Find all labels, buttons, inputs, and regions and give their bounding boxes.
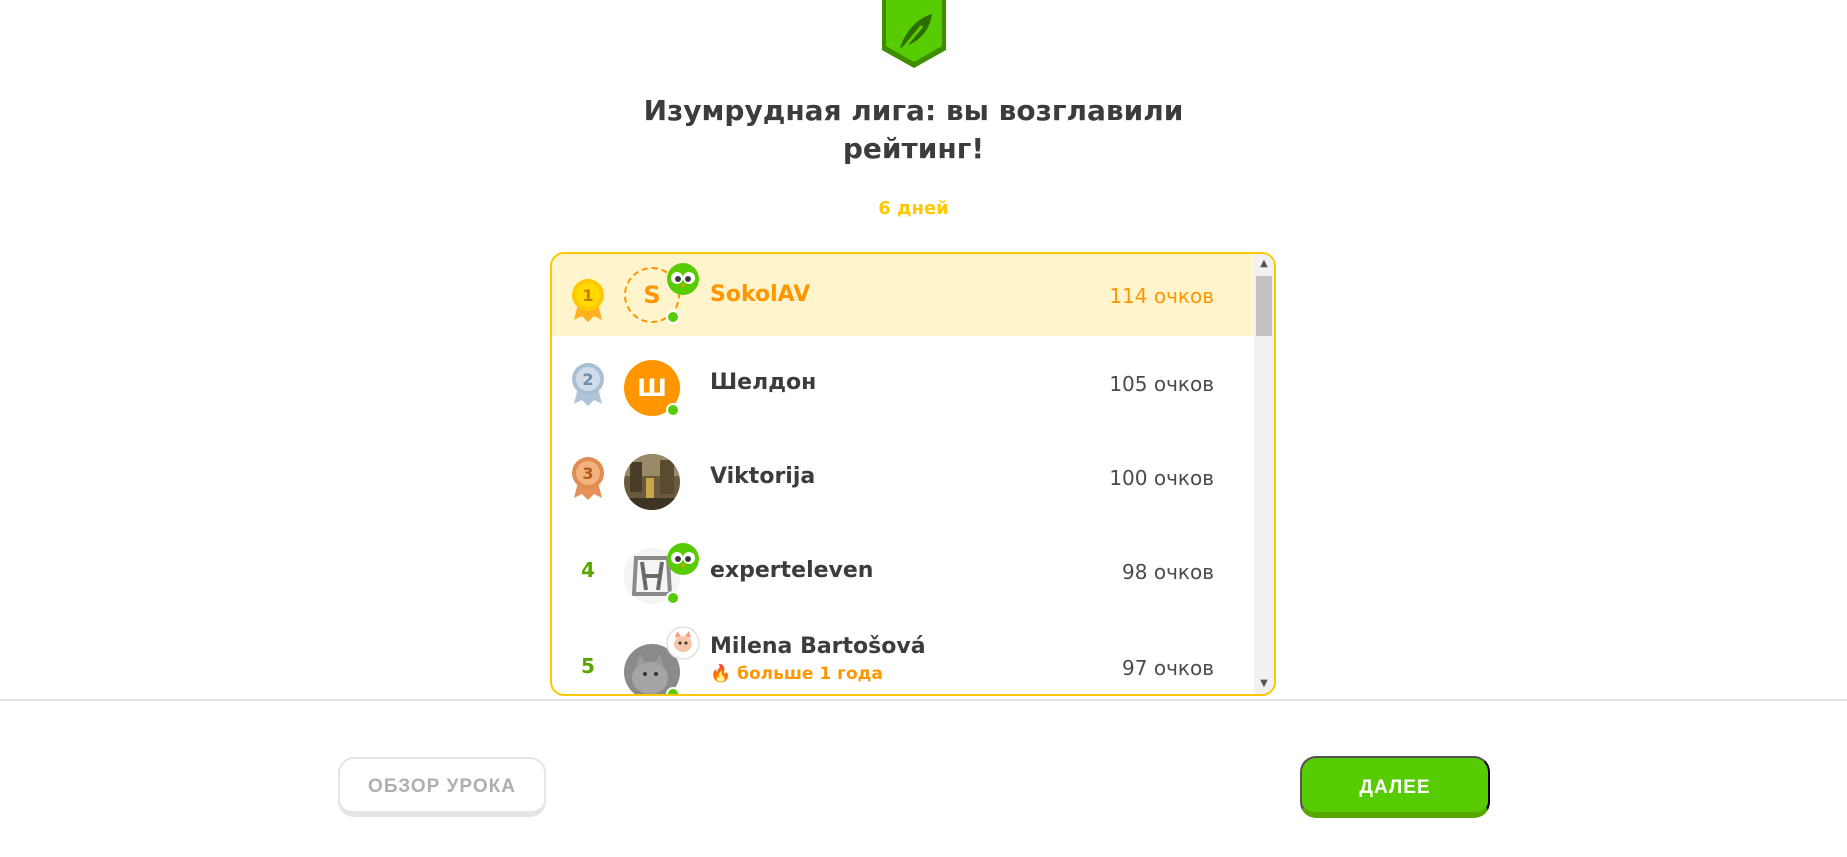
photo-avatar-icon[interactable] <box>624 454 680 510</box>
leaderboard-rows: 1 S SokolAV 114 очков 2 Ш Шелдон 105 очк… <box>552 254 1254 694</box>
rank-number: 5 <box>581 654 595 678</box>
leaderboard-row[interactable]: 4 experteleven 98 очков <box>552 524 1254 618</box>
owl-plus-icon <box>667 543 699 575</box>
owl-plus-icon <box>667 263 699 295</box>
scrollbar[interactable]: ▲ ▼ <box>1254 254 1274 694</box>
league-title-line2: рейтинг! <box>842 132 985 165</box>
online-indicator <box>666 687 680 694</box>
leaderboard-row[interactable]: 2 Ш Шелдон 105 очков <box>552 336 1254 430</box>
user-name: Viktorija <box>710 464 816 489</box>
online-indicator <box>666 403 680 417</box>
user-score: 105 очков <box>1109 372 1214 396</box>
emerald-league-badge-icon <box>882 0 946 68</box>
scroll-down-arrow-icon[interactable]: ▼ <box>1254 676 1274 692</box>
leaderboard-row[interactable]: 3 Viktorija 100 очков <box>552 430 1254 524</box>
streak-text: больше 1 года <box>737 664 883 684</box>
rank-number: 4 <box>581 558 595 582</box>
streak-info: 🔥 больше 1 года <box>710 664 883 684</box>
league-title-line1: Изумрудная лига: вы возглавили <box>643 94 1184 127</box>
user-score: 114 очков <box>1109 284 1214 308</box>
rank-number: 1 <box>582 286 593 305</box>
silver-medal-icon: 2 <box>572 363 604 406</box>
continue-button[interactable]: ДАЛЕЕ <box>1300 756 1490 818</box>
user-score: 97 очков <box>1122 656 1214 680</box>
user-name: Milena Bartošová <box>710 634 926 659</box>
user-score: 98 очков <box>1122 560 1214 584</box>
footer-divider <box>0 699 1847 701</box>
user-name: Шелдон <box>710 370 817 395</box>
online-indicator <box>666 591 680 605</box>
days-remaining: 6 дней <box>878 198 949 219</box>
scroll-up-arrow-icon[interactable]: ▲ <box>1254 256 1274 272</box>
user-name: experteleven <box>710 558 874 583</box>
scroll-thumb[interactable] <box>1256 276 1272 336</box>
cat-mask-icon <box>666 626 700 660</box>
online-indicator <box>666 310 680 324</box>
leaderboard-row[interactable]: 5 Milena Bartošová 🔥 больше 1 года 97 оч… <box>552 618 1254 694</box>
rank-number: 2 <box>582 370 593 389</box>
fire-icon: 🔥 <box>710 664 732 684</box>
user-score: 100 очков <box>1109 466 1214 490</box>
league-title: Изумрудная лига: вы возглавили рейтинг! <box>0 92 1827 168</box>
rank-number: 3 <box>582 464 593 483</box>
bronze-medal-icon: 3 <box>572 457 604 500</box>
lesson-review-button[interactable]: ОБЗОР УРОКА <box>338 757 546 817</box>
user-name: SokolAV <box>710 282 811 307</box>
leaderboard: 1 S SokolAV 114 очков 2 Ш Шелдон 105 очк… <box>550 252 1276 696</box>
leaderboard-row-me[interactable]: 1 S SokolAV 114 очков <box>552 254 1254 336</box>
gold-medal-icon: 1 <box>572 279 604 322</box>
